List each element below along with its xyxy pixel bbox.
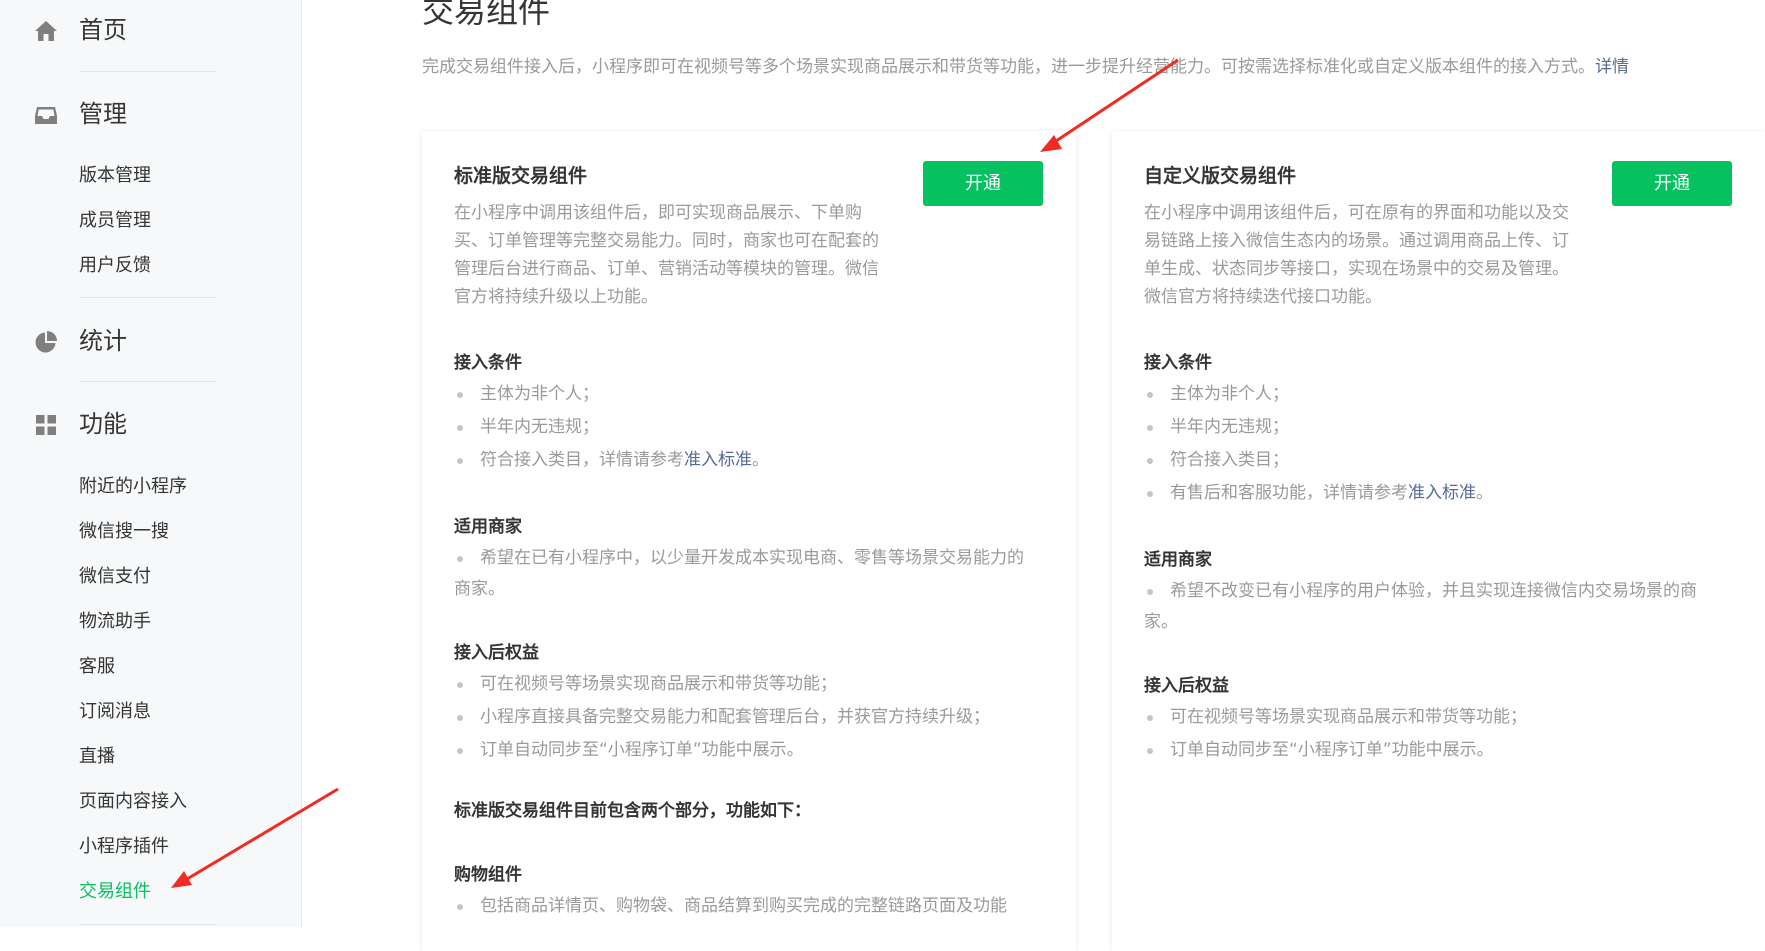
merchants-heading: 适用商家 [454, 517, 522, 537]
sidebar-section-features[interactable]: 功能 [0, 394, 302, 454]
card-title: 标准版交易组件 [454, 165, 588, 187]
shopping-component-heading: 购物组件 [454, 865, 522, 885]
sidebar-item-nearby-miniprogram[interactable]: 附近的小程序 [79, 474, 187, 500]
list-item: 符合接入类目； [1144, 444, 1493, 477]
sidebar: 首页 管理 版本管理 成员管理 用户反馈 统计 功能 附近的小程序 微信搜一搜 … [0, 0, 302, 927]
pie-chart-icon [33, 329, 59, 355]
benefits-list: 可在视频号等场景实现商品展示和带货等功能； 小程序直接具备完整交易能力和配套管理… [454, 668, 990, 767]
conditions-list: 主体为非个人； 半年内无违规； 符合接入类目； 有售后和客服功能，详情请参考准入… [1144, 378, 1493, 510]
sidebar-item-subscribe-message[interactable]: 订阅消息 [79, 699, 151, 725]
list-item: 符合接入类目，详情请参考准入标准。 [454, 444, 769, 477]
card-description-line: 在小程序中调用该组件后，可在原有的界面和功能以及交 [1144, 203, 1569, 223]
sidebar-divider [79, 297, 216, 298]
sidebar-item-wechat-pay[interactable]: 微信支付 [79, 564, 151, 590]
list-item: 订单自动同步至“小程序订单”功能中展示。 [1144, 734, 1527, 767]
sidebar-item-live-broadcast[interactable]: 直播 [79, 744, 115, 770]
list-item-text: 希望不改变已有小程序的用户体验，并且实现连接微信内交易场景的商 [1170, 581, 1697, 601]
list-item-text: 希望在已有小程序中，以少量开发成本实现电商、零售等场景交易能力的 [480, 548, 1024, 568]
benefits-heading: 接入后权益 [454, 643, 539, 663]
conditions-heading: 接入条件 [1144, 353, 1212, 373]
sidebar-item-version-management[interactable]: 版本管理 [79, 163, 151, 189]
conditions-list: 主体为非个人； 半年内无违规； 符合接入类目，详情请参考准入标准。 [454, 378, 769, 477]
conditions-heading: 接入条件 [454, 353, 522, 373]
inbox-icon [33, 102, 59, 128]
card-description-line: 微信官方将持续迭代接口功能。 [1144, 287, 1382, 307]
home-icon [33, 18, 59, 44]
sidebar-item-user-feedback[interactable]: 用户反馈 [79, 253, 151, 279]
custom-open-button[interactable]: 开通 [1612, 161, 1732, 206]
sidebar-divider [79, 924, 216, 925]
list-item: 小程序直接具备完整交易能力和配套管理后台，并获官方持续升级； [454, 701, 990, 734]
sidebar-section-statistics[interactable]: 统计 [0, 311, 302, 371]
page-description-text: 完成交易组件接入后，小程序即可在视频号等多个场景实现商品展示和带货等功能，进一步… [422, 57, 1595, 77]
list-item: 订单自动同步至“小程序订单”功能中展示。 [454, 734, 990, 767]
custom-component-card: 自定义版交易组件 开通 在小程序中调用该组件后，可在原有的界面和功能以及交 易链… [1112, 131, 1765, 951]
sidebar-section-label: 统计 [79, 327, 127, 355]
list-item: 可在视频号等场景实现商品展示和带货等功能； [1144, 701, 1527, 734]
sidebar-section-manage[interactable]: 管理 [0, 84, 302, 144]
sidebar-item-page-content-access[interactable]: 页面内容接入 [79, 789, 187, 815]
shopping-component-list: 包括商品详情页、购物袋、商品结算到购买完成的完整链路页面及功能 [454, 890, 1007, 923]
standard-open-button[interactable]: 开通 [923, 161, 1043, 206]
admission-standard-link[interactable]: 准入标准 [1408, 483, 1476, 503]
card-description-line: 买、订单管理等完整交易能力。同时，商家也可在配套的 [454, 231, 879, 251]
list-item-text-continued: 商家。 [454, 579, 505, 599]
list-item: 包括商品详情页、购物袋、商品结算到购买完成的完整链路页面及功能 [454, 890, 1007, 923]
details-link[interactable]: 详情 [1595, 57, 1629, 77]
card-description-line: 在小程序中调用该组件后，即可实现商品展示、下单购 [454, 203, 862, 223]
grid-icon [33, 412, 59, 438]
merchants-list: 希望在已有小程序中，以少量开发成本实现电商、零售等场景交易能力的商家。 [454, 542, 1024, 603]
list-item: 半年内无违规； [1144, 411, 1493, 444]
list-item-suffix: 。 [1476, 483, 1493, 503]
card-description-line: 官方将持续升级以上功能。 [454, 287, 658, 307]
admission-standard-link[interactable]: 准入标准 [684, 450, 752, 470]
card-description-line: 管理后台进行商品、订单、营销活动等模块的管理。微信 [454, 259, 879, 279]
sidebar-section-home[interactable]: 首页 [0, 0, 302, 60]
sidebar-item-member-management[interactable]: 成员管理 [79, 208, 151, 234]
benefits-list: 可在视频号等场景实现商品展示和带货等功能； 订单自动同步至“小程序订单”功能中展… [1144, 701, 1527, 767]
list-item: 希望在已有小程序中，以少量开发成本实现电商、零售等场景交易能力的商家。 [454, 542, 1024, 603]
page-title: 交易组件 [422, 0, 551, 30]
merchants-list: 希望不改变已有小程序的用户体验，并且实现连接微信内交易场景的商家。 [1144, 575, 1697, 636]
sidebar-section-label: 首页 [79, 16, 127, 44]
list-item: 主体为非个人； [454, 378, 769, 411]
sidebar-item-trade-component[interactable]: 交易组件 [79, 879, 151, 905]
card-description-line: 单生成、状态同步等接口，实现在场景中的交易及管理。 [1144, 259, 1569, 279]
list-item-text: 符合接入类目，详情请参考 [480, 450, 684, 470]
sidebar-item-customer-service[interactable]: 客服 [79, 654, 115, 680]
list-item: 半年内无违规； [454, 411, 769, 444]
sidebar-item-miniprogram-plugin[interactable]: 小程序插件 [79, 834, 169, 860]
merchants-heading: 适用商家 [1144, 550, 1212, 570]
list-item-text-continued: 家。 [1144, 612, 1178, 632]
sidebar-section-label: 管理 [79, 100, 127, 128]
sidebar-item-wechat-search[interactable]: 微信搜一搜 [79, 519, 169, 545]
card-description-line: 易链路上接入微信生态内的场景。通过调用商品上传、订 [1144, 231, 1569, 251]
standard-component-card: 标准版交易组件 开通 在小程序中调用该组件后，即可实现商品展示、下单购 买、订单… [422, 131, 1076, 951]
sidebar-section-label: 功能 [79, 410, 127, 438]
sidebar-divider [79, 381, 216, 382]
card-description: 在小程序中调用该组件后，即可实现商品展示、下单购 买、订单管理等完整交易能力。同… [454, 199, 894, 311]
parts-heading: 标准版交易组件目前包含两个部分，功能如下： [454, 801, 811, 821]
page-description: 完成交易组件接入后，小程序即可在视频号等多个场景实现商品展示和带货等功能，进一步… [422, 54, 1629, 80]
card-description: 在小程序中调用该组件后，可在原有的界面和功能以及交 易链路上接入微信生态内的场景… [1144, 199, 1584, 311]
list-item: 主体为非个人； [1144, 378, 1493, 411]
list-item: 希望不改变已有小程序的用户体验，并且实现连接微信内交易场景的商家。 [1144, 575, 1697, 636]
sidebar-divider [79, 71, 216, 72]
sidebar-item-logistics-assistant[interactable]: 物流助手 [79, 609, 151, 635]
list-item-text: 有售后和客服功能，详情请参考 [1170, 483, 1408, 503]
benefits-heading: 接入后权益 [1144, 676, 1229, 696]
list-item: 可在视频号等场景实现商品展示和带货等功能； [454, 668, 990, 701]
card-title: 自定义版交易组件 [1144, 165, 1297, 187]
list-item-suffix: 。 [752, 450, 769, 470]
list-item: 有售后和客服功能，详情请参考准入标准。 [1144, 477, 1493, 510]
